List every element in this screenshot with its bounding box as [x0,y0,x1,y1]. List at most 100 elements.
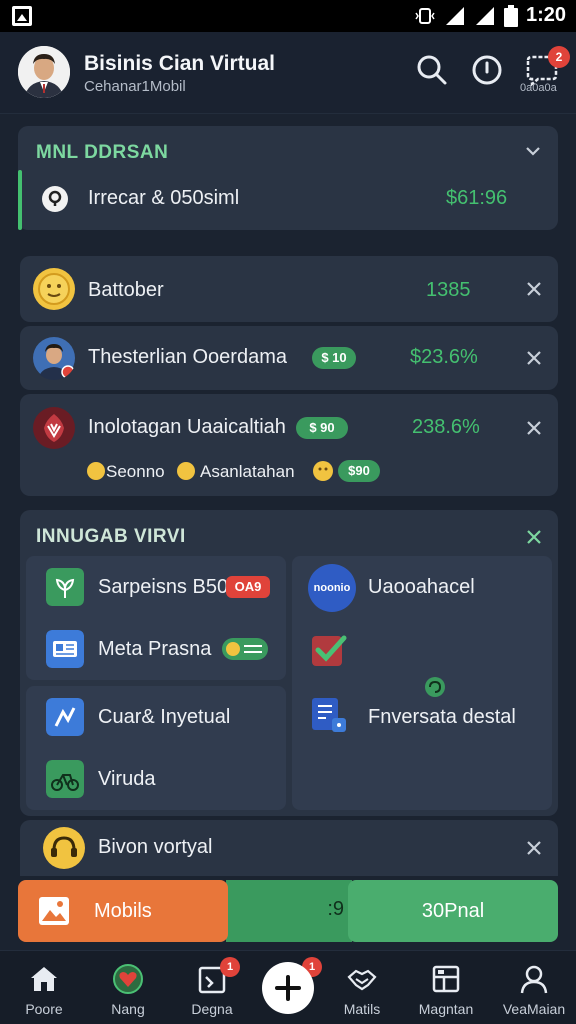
nav-item-profile[interactable]: VeaMaian [494,951,574,1024]
nav-item-home[interactable]: Poore [4,951,84,1024]
tile-label[interactable]: Cuar& Inyetual [98,706,230,729]
dashboard-icon [432,965,460,993]
nav-item-magntan[interactable]: Magntan [406,951,486,1024]
shield-logo-icon [33,407,75,449]
nav-label: Matils [343,1001,381,1017]
nav-label: Nang [111,1001,145,1017]
list-item-pill: $ 10 [312,347,356,369]
toggle-badge-icon [222,638,268,660]
add-button[interactable] [262,962,314,1014]
checkmark-icon[interactable] [310,630,348,668]
list-item-label: Thesterlian Ooerdama [88,346,287,368]
nav-item-matils[interactable]: Matils [322,951,402,1024]
header-subtitle: Cehanar1Mobil [84,78,186,95]
list-item-label: Inolotagan Uaaicaltiah [88,416,286,438]
summary-card[interactable]: MNL DDRSAN Irrecar & 050siml $61:96 [18,126,558,230]
user-icon [520,965,548,994]
chart-icon[interactable] [46,698,84,736]
nav-item-nang[interactable]: Nang [88,951,168,1024]
summary-row-value: $61:96 [446,187,508,209]
leaf-icon[interactable] [46,568,84,606]
list-item-sub-right: Asanlatahan [200,462,295,481]
nav-label: Poore [25,1001,63,1017]
nav-label: VeaMaian [502,1001,566,1017]
location-pin-icon [42,186,68,212]
header-title: Bisinis Cian Virtual [84,52,275,75]
tile-label[interactable]: Fnversata destal [368,706,516,729]
vibrate-icon [415,7,435,24]
nav-badge: 1 [220,957,240,977]
nav-item-degna[interactable]: 1 Degna [172,951,252,1024]
mobils-button[interactable]: Mobils [18,880,228,942]
app-header: Bisinis Cian Virtual Cehanar1Mobil 2 0a0… [0,32,576,114]
id-card-icon[interactable] [46,630,84,668]
chevron-down-icon[interactable] [524,142,542,160]
coin-icon [177,462,195,480]
heart-badge-icon [113,964,143,994]
gallery-icon [12,6,32,26]
list-item-value: $23.6% [410,346,478,368]
tile-label[interactable]: Uaooahacel [368,576,475,599]
brand-circle-icon[interactable]: noonio [308,564,356,612]
headset-icon [43,827,85,869]
compass-icon[interactable] [471,54,503,86]
home-icon [31,967,57,991]
person-avatar-icon [33,337,75,380]
feature-section: INNUGAB VIRVI Sarpeisns B50 OA9 Meta Pra… [20,510,558,816]
section-title: INNUGAB VIRVI [36,526,186,547]
handshake-icon [347,969,377,991]
mobils-label: Mobils [94,900,152,922]
tile-label[interactable]: Meta Prasna [98,638,211,661]
document-lock-icon[interactable] [310,696,348,734]
summary-title: MNL DDRSAN [36,142,169,163]
signal-icon [445,6,464,25]
smiley-icon [313,461,333,481]
close-icon[interactable] [525,280,543,298]
notification-badge: 2 [548,46,570,68]
close-icon[interactable] [525,528,543,546]
nav-label: Degna [191,1001,233,1017]
list-item-label: Bivon vortyal [98,836,213,858]
list-item[interactable]: Inolotagan Uaaicaltiah $ 90 238.6% Seonn… [20,394,558,496]
status-time: 1:20 [525,4,566,26]
signal-icon-2 [475,6,494,25]
summary-accent-bar [18,170,22,230]
action-right-button[interactable]: 30Pnal [348,880,558,942]
avatar[interactable] [18,46,70,98]
list-item-sub-pill: $90 [338,460,380,482]
tile-group: Cuar& Inyetual Viruda [26,686,286,810]
list-item-pill: $ 90 [296,417,348,439]
coin-icon [87,462,105,480]
tile-label[interactable]: Sarpeisns B50 [98,576,228,599]
search-icon[interactable] [416,54,448,86]
brand-circle-text: noonio [313,582,351,594]
plus-icon [275,975,301,1001]
chat-icon-label: 0a0a0a [520,82,557,94]
close-icon[interactable] [525,349,543,367]
image-icon [39,897,69,925]
summary-row-label: Irrecar & 050siml [88,187,240,209]
action-mid-label: :9 [327,898,344,920]
battery-icon [503,4,518,27]
profile-photo-icon [18,46,70,98]
close-icon[interactable] [525,839,543,857]
nav-label: Magntan [418,1001,474,1017]
action-mid-button[interactable]: :9 [226,880,352,942]
list-item[interactable]: Battober 1385 [20,256,558,322]
action-right-label: 30Pnal [421,900,485,922]
refresh-icon [425,677,445,697]
tile-pill: OA9 [226,576,270,598]
bike-icon[interactable] [46,760,84,798]
list-item-value: 238.6% [412,416,480,438]
coin-face-icon [33,268,75,310]
list-item-sub-left: Seonno [106,462,165,481]
tile-label[interactable]: Viruda [98,768,155,791]
tile-group: Sarpeisns B50 OA9 Meta Prasna [26,556,286,680]
tile-group: noonio Uaooahacel Fnversata destal [292,556,552,810]
list-item-value: 1385 [426,279,471,301]
close-icon[interactable] [525,419,543,437]
status-icons: 1:20 [414,4,566,27]
list-item[interactable]: Bivon vortyal [20,820,558,876]
list-item-label: Battober [88,279,164,301]
list-item[interactable]: Thesterlian Ooerdama $ 10 $23.6% [20,326,558,390]
